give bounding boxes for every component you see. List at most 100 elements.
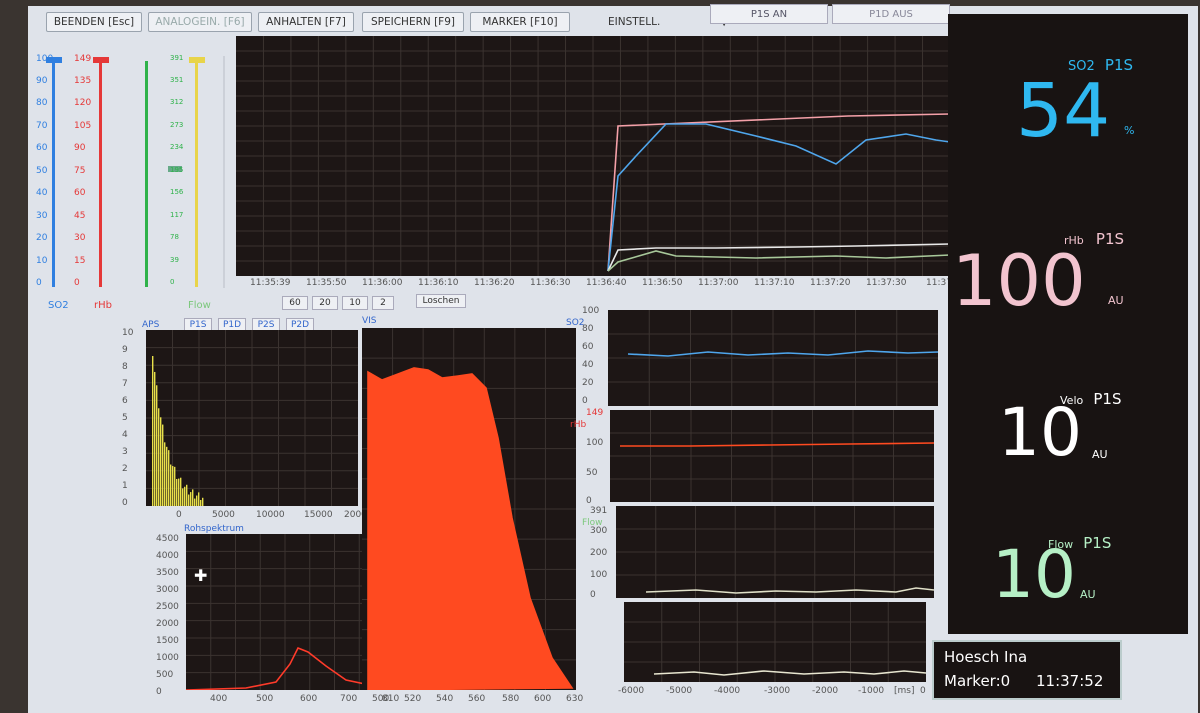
trend-time-axis: 11:35:39 11:35:50 11:36:00 11:36:10 11:3… bbox=[236, 278, 952, 292]
aps-ytick: 3 bbox=[122, 447, 128, 457]
marker-button[interactable]: MARKER [F10] bbox=[470, 12, 570, 32]
aps-bar bbox=[182, 488, 184, 506]
mini-rhb-chart bbox=[610, 410, 935, 502]
aps-bar bbox=[176, 478, 178, 506]
so2-bar bbox=[52, 61, 55, 287]
rohspektrum-chart-svg bbox=[185, 534, 385, 691]
monitor-screen: BEENDEN [Esc] ANALOGEIN. [F6] ANHALTEN [… bbox=[28, 4, 1198, 713]
aps-bar bbox=[154, 371, 156, 506]
vis-chart-svg bbox=[362, 328, 576, 691]
tab-p1s[interactable]: P1S AN bbox=[710, 4, 828, 24]
mini-velo-line bbox=[653, 670, 927, 676]
rhb-slider-handle[interactable] bbox=[93, 57, 109, 63]
roh-ytick: 0 bbox=[156, 687, 162, 697]
flow-bar bbox=[195, 61, 198, 287]
mini-xtick: -2000 bbox=[812, 686, 839, 696]
trend-time-tick: 11:36:00 bbox=[362, 278, 403, 288]
mini-rhb-ytick: 149 bbox=[586, 408, 604, 418]
roh-xtick: 600 bbox=[300, 694, 318, 704]
rhb-tick: 135 bbox=[74, 76, 92, 86]
so2-tick: 40 bbox=[36, 188, 48, 198]
aps-bar bbox=[158, 408, 160, 506]
aps-bar bbox=[178, 478, 180, 506]
trend-time-tick: 11:36:10 bbox=[418, 278, 459, 288]
mini-flow-ytick: 200 bbox=[590, 548, 608, 558]
aps-bar bbox=[192, 489, 194, 506]
mini-flow-svg bbox=[616, 506, 935, 598]
rhb-tick: 60 bbox=[74, 188, 86, 198]
rhb-tick: 90 bbox=[74, 143, 86, 153]
velo-value: 10 bbox=[998, 394, 1082, 471]
vis-xtick: 540 bbox=[436, 694, 454, 704]
flow-probe: P1S bbox=[1083, 534, 1112, 552]
quit-button[interactable]: BEENDEN [Esc] bbox=[46, 12, 142, 32]
clock-time: 11:37:52 bbox=[1036, 672, 1104, 690]
roh-ytick: 3500 bbox=[156, 568, 179, 578]
velo-tick: 39 bbox=[170, 256, 179, 264]
mini-so2-line bbox=[627, 350, 939, 357]
scale-60-button[interactable]: 60 bbox=[282, 296, 308, 310]
rohspektrum-title: Rohspektrum bbox=[184, 524, 244, 534]
aps-bar bbox=[170, 464, 172, 506]
rohspektrum-chart bbox=[185, 534, 385, 691]
aps-bar bbox=[194, 498, 196, 506]
velo-tick: 391 bbox=[170, 54, 184, 62]
aps-bar bbox=[160, 417, 162, 506]
aps-bar bbox=[184, 486, 186, 506]
mini-so2-chart bbox=[608, 310, 939, 406]
aps-ytick: 2 bbox=[122, 464, 128, 474]
mini-so2-ytick: 0 bbox=[582, 396, 588, 406]
flow-slider-handle[interactable] bbox=[189, 57, 205, 63]
roh-ytick: 1500 bbox=[156, 636, 179, 646]
mini-flow-chart bbox=[616, 506, 935, 598]
aps-bar bbox=[196, 495, 198, 506]
roh-xtick: 500 bbox=[256, 694, 274, 704]
velo-probe: P1S bbox=[1093, 390, 1122, 408]
so2-tick: 30 bbox=[36, 211, 48, 221]
so2-value: 54 bbox=[1016, 68, 1111, 154]
aps-xtick: 10000 bbox=[256, 510, 285, 520]
roh-xtick: 700 bbox=[340, 694, 358, 704]
aps-bar bbox=[200, 500, 202, 506]
mini-flow-ytick: 100 bbox=[590, 570, 608, 580]
mini-velo-svg bbox=[624, 602, 927, 682]
analog-input-button[interactable]: ANALOGEIN. [F6] bbox=[148, 12, 252, 32]
aps-xtick: 5000 bbox=[212, 510, 235, 520]
rhb-unit: AU bbox=[1108, 294, 1124, 307]
trend-time-tick: 11:36:30 bbox=[530, 278, 571, 288]
aps-bar bbox=[168, 450, 170, 506]
clear-button[interactable]: Loschen bbox=[416, 294, 466, 308]
aps-ytick: 8 bbox=[122, 362, 128, 372]
trend-time-tick: 11:37:30 bbox=[866, 278, 907, 288]
aps-ytick: 10 bbox=[122, 328, 134, 338]
mini-xtick: -6000 bbox=[618, 686, 645, 696]
so2-tick: 70 bbox=[36, 121, 48, 131]
scale-2-button[interactable]: 2 bbox=[372, 296, 394, 310]
aps-bar bbox=[188, 494, 190, 506]
mini-xtick: 0 bbox=[920, 686, 926, 696]
so2-tick: 20 bbox=[36, 233, 48, 243]
aps-ytick: 5 bbox=[122, 413, 128, 423]
scale-20-button[interactable]: 20 bbox=[312, 296, 338, 310]
vis-spectrum-area bbox=[367, 367, 574, 691]
pause-button[interactable]: ANHALTEN [F7] bbox=[258, 12, 354, 32]
rhb-tick: 120 bbox=[74, 98, 92, 108]
values-panel: SO2 P1S 54 % rHb P1S 100 AU Velo P1S 10 … bbox=[948, 14, 1188, 634]
tab-p1d[interactable]: P1D AUS bbox=[832, 4, 950, 24]
aps-chart-svg bbox=[146, 330, 358, 506]
rhb-tick: 30 bbox=[74, 233, 86, 243]
trend-time-tick: 11:35:50 bbox=[306, 278, 347, 288]
velo-bar bbox=[145, 61, 148, 287]
save-button[interactable]: SPEICHERN [F9] bbox=[362, 12, 464, 32]
so2-tick: 80 bbox=[36, 98, 48, 108]
roh-ytick: 1000 bbox=[156, 653, 179, 663]
scale-10-button[interactable]: 10 bbox=[342, 296, 368, 310]
aps-chart bbox=[146, 330, 358, 506]
aps-bar bbox=[186, 484, 188, 506]
trend-time-tick: 11:36:40 bbox=[586, 278, 627, 288]
aps-bar bbox=[152, 356, 154, 506]
mini-so2-ytick: 100 bbox=[582, 306, 600, 316]
flow-unit: AU bbox=[1080, 588, 1096, 601]
aps-bar bbox=[190, 492, 192, 506]
rhb-tick: 75 bbox=[74, 166, 86, 176]
